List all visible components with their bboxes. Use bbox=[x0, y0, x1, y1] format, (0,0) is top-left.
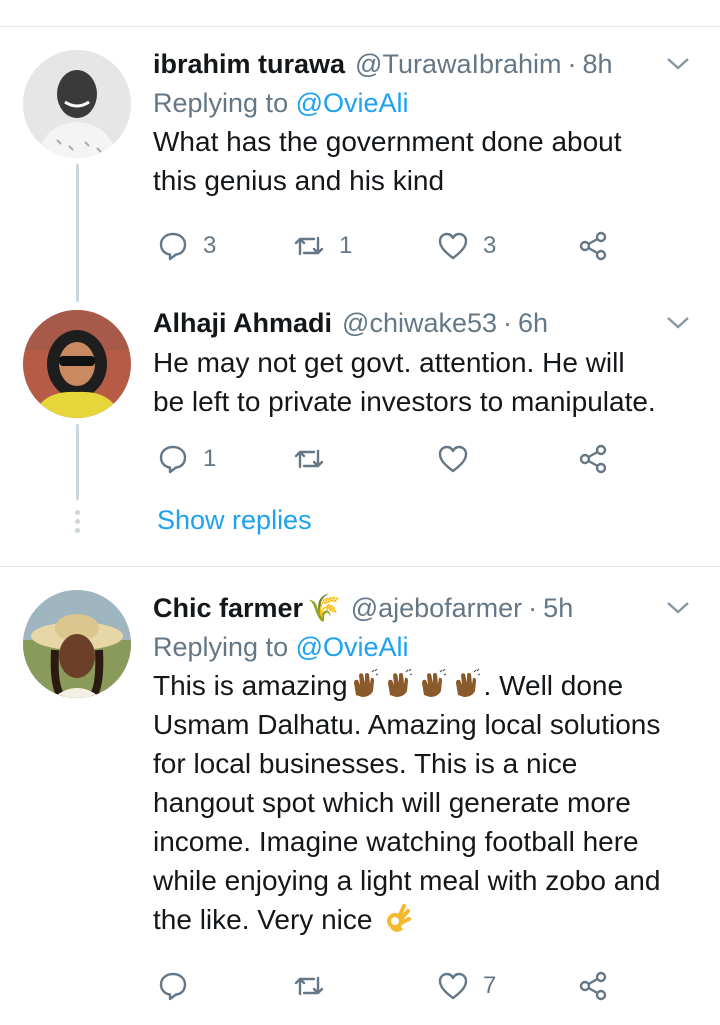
reply-icon bbox=[159, 232, 187, 261]
author-handle[interactable]: @chiwake53 bbox=[342, 308, 497, 339]
retweet-button[interactable]: 1 bbox=[293, 226, 352, 266]
share-icon bbox=[579, 231, 607, 261]
thread-line bbox=[76, 424, 79, 500]
chevron-down-icon[interactable] bbox=[664, 54, 692, 74]
separator: · bbox=[567, 48, 577, 79]
retweet-icon bbox=[294, 236, 324, 256]
timestamp[interactable]: 8h bbox=[583, 49, 613, 80]
author-handle[interactable]: @TurawaIbrahim bbox=[355, 49, 561, 80]
author-handle[interactable]: @ajebofarmer bbox=[351, 593, 522, 624]
like-button[interactable]: 3 bbox=[437, 226, 496, 266]
tweet-text-line: while enjoying a light meal with zobo an… bbox=[153, 865, 661, 896]
author-name[interactable]: ibrahim turawa bbox=[153, 49, 345, 80]
clap-emoji bbox=[455, 669, 480, 697]
clap-emoji bbox=[353, 669, 378, 697]
tweet-text-line: this genius and his kind bbox=[153, 165, 445, 196]
tweet-text: This is amazing . Well done Usmam Dalhatu… bbox=[153, 666, 700, 939]
share-button[interactable] bbox=[577, 226, 609, 266]
replying-prefix: Replying to bbox=[153, 88, 289, 118]
share-button[interactable] bbox=[577, 439, 609, 479]
like-icon bbox=[438, 232, 468, 260]
timestamp[interactable]: 5h bbox=[543, 593, 573, 624]
share-icon bbox=[579, 971, 607, 1001]
tweet-text-line: for local businesses. This is a nice bbox=[153, 748, 578, 779]
share-icon bbox=[579, 444, 607, 474]
tweet-text-segment: This is amazing bbox=[153, 670, 348, 701]
reply-button[interactable]: 1 bbox=[157, 439, 216, 479]
retweet-count: 1 bbox=[339, 232, 353, 259]
retweet-icon bbox=[294, 449, 324, 469]
retweet-button[interactable] bbox=[293, 439, 325, 479]
tweet-text-line: be left to private investors to manipula… bbox=[153, 386, 656, 417]
timestamp[interactable]: 6h bbox=[518, 308, 548, 339]
avatar[interactable] bbox=[23, 310, 131, 418]
share-button[interactable] bbox=[577, 966, 609, 1006]
avatar[interactable] bbox=[23, 50, 131, 158]
mention-link[interactable]: @OvieAli bbox=[296, 88, 409, 118]
tweet-text-line: This is amazing . Well done bbox=[153, 666, 700, 705]
top-divider bbox=[0, 26, 720, 27]
chevron-down-icon[interactable] bbox=[664, 598, 692, 618]
section-divider bbox=[0, 566, 720, 567]
retweet-icon bbox=[294, 976, 324, 996]
separator: · bbox=[503, 307, 513, 338]
separator: · bbox=[528, 592, 538, 623]
reply-icon bbox=[159, 972, 187, 1001]
like-button[interactable]: 7 bbox=[437, 966, 496, 1006]
author-name[interactable]: Alhaji Ahmadi bbox=[153, 308, 332, 339]
show-replies-link[interactable]: Show replies bbox=[157, 505, 312, 536]
reply-button[interactable] bbox=[157, 966, 189, 1006]
tweet-text: What has the government done about this … bbox=[153, 122, 700, 200]
like-icon bbox=[438, 972, 468, 1000]
reply-button[interactable]: 3 bbox=[157, 226, 216, 266]
thread-line bbox=[76, 164, 79, 302]
tweet-text-line: Usmam Dalhatu. Amazing local solutions bbox=[153, 709, 661, 740]
ok-hand-emoji bbox=[387, 904, 412, 932]
tweet-text-segment: the like. Very nice bbox=[153, 904, 373, 935]
thread-dots bbox=[75, 510, 80, 537]
clap-emoji bbox=[421, 669, 446, 697]
reply-icon bbox=[159, 445, 187, 474]
clap-emoji bbox=[387, 669, 412, 697]
tweet-text-segment: . Well done bbox=[483, 670, 624, 701]
like-count: 7 bbox=[483, 972, 497, 999]
like-count: 3 bbox=[483, 232, 497, 259]
reply-count: 3 bbox=[203, 232, 217, 259]
tweet-text-line: He may not get govt. attention. He will bbox=[153, 347, 625, 378]
avatar[interactable] bbox=[23, 590, 131, 698]
retweet-button[interactable] bbox=[293, 966, 325, 1006]
reply-count: 1 bbox=[203, 445, 217, 472]
chevron-down-icon[interactable] bbox=[664, 313, 692, 333]
replying-to: Replying to @OvieAli bbox=[153, 84, 700, 122]
like-icon bbox=[438, 445, 468, 473]
replying-prefix: Replying to bbox=[153, 632, 289, 662]
like-button[interactable] bbox=[437, 439, 469, 479]
tweet-text-line: hangout spot which will generate more bbox=[153, 787, 631, 818]
name-emoji: 🌾 bbox=[307, 593, 341, 623]
tweet-text: He may not get govt. attention. He will … bbox=[153, 343, 700, 421]
tweet-text-line: the like. Very nice bbox=[153, 900, 700, 939]
tweet-text-line: income. Imagine watching football here bbox=[153, 826, 639, 857]
replying-to: Replying to @OvieAli bbox=[153, 628, 700, 666]
tweet-text-line: What has the government done about bbox=[153, 126, 622, 157]
author-name[interactable]: Chic farmer bbox=[153, 593, 303, 624]
mention-link[interactable]: @OvieAli bbox=[296, 632, 409, 662]
